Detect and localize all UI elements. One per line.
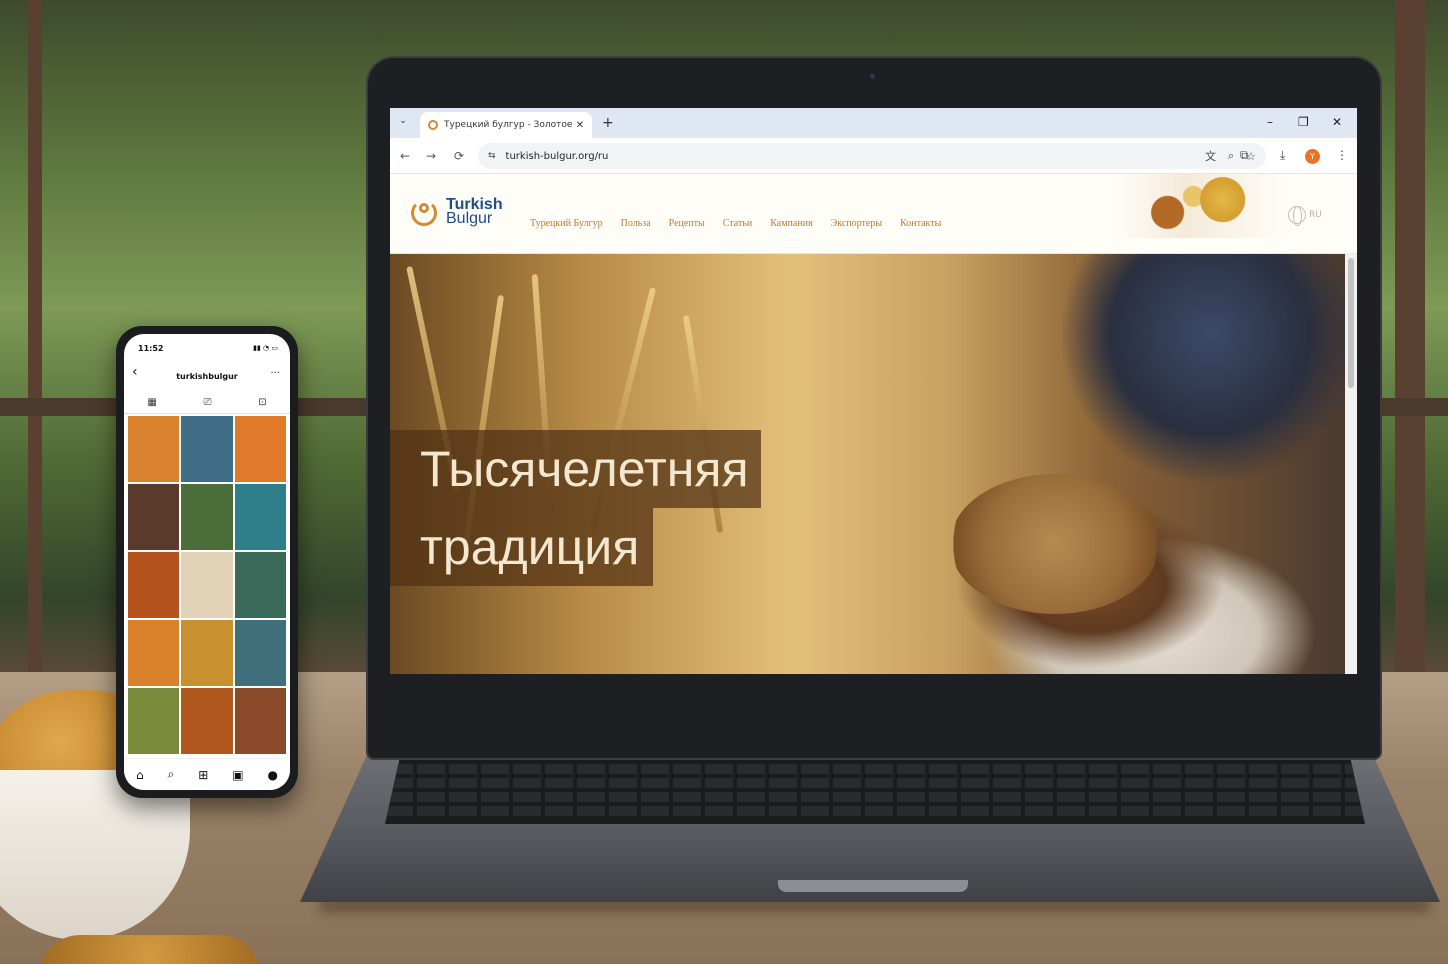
post-thumbnail[interactable]: [234, 620, 286, 686]
webcam: [870, 74, 875, 79]
post-thumbnail[interactable]: [128, 416, 180, 482]
page-scrollbar[interactable]: [1345, 254, 1357, 674]
post-thumbnail[interactable]: [181, 688, 233, 754]
key-row: [385, 806, 1365, 816]
browser-window: ⌄ Турецкий булгур - Золотое зе ✕ + – ❐ ✕…: [390, 108, 1357, 674]
restore-button[interactable]: ❐: [1298, 115, 1309, 129]
address-bar[interactable]: ⇆ turkish-bulgur.org/ru 文 ⌕ ☆: [478, 143, 1266, 169]
grid-tab-icon[interactable]: ▦: [147, 397, 156, 408]
post-thumbnail[interactable]: [181, 620, 233, 686]
language-switcher[interactable]: RU: [1288, 206, 1322, 226]
globe-icon: [1288, 206, 1306, 226]
grains-in-hands: [950, 474, 1160, 614]
post-thumbnail[interactable]: [128, 620, 180, 686]
tab-strip: ⌄ Турецкий булгур - Золотое зе ✕ + – ❐ ✕: [390, 108, 1357, 138]
create-icon[interactable]: ⊞: [198, 768, 208, 782]
menu-item-campaign[interactable]: Кампания: [770, 218, 812, 229]
reels-tab-icon[interactable]: ⎚: [204, 397, 212, 408]
key-row: [385, 792, 1365, 802]
menu-item-exporters[interactable]: Экспортеры: [831, 218, 882, 229]
keyboard: [385, 758, 1365, 824]
close-tab-icon[interactable]: ✕: [576, 120, 584, 131]
hero-banner: Тысячелетняя традиция: [390, 254, 1345, 674]
post-thumbnail[interactable]: [234, 416, 286, 482]
photo-scene: ⌄ Турецкий булгур - Золотое зе ✕ + – ❐ ✕…: [0, 0, 1448, 964]
post-grid: [128, 416, 286, 754]
tab-title: Турецкий булгур - Золотое зе: [444, 120, 572, 130]
profile-handle: turkishbulgur: [176, 372, 238, 381]
phone-screen: 11:52 ▮▮ ◔ ▭ ‹ turkishbulgur ··· ▦ ⎚ ⊡ ⌂…: [124, 334, 290, 790]
site-logo[interactable]: Turkish Bulgur: [408, 196, 503, 228]
download-icon[interactable]: ⤓: [1280, 148, 1285, 163]
scrollbar-thumb[interactable]: [1348, 258, 1354, 388]
post-thumbnail[interactable]: [128, 552, 180, 618]
favicon-icon: [428, 120, 438, 130]
hero-line-1: Тысячелетняя: [390, 430, 761, 508]
status-icons: ▮▮ ◔ ▭: [253, 344, 278, 352]
profile-icon[interactable]: ●: [267, 768, 277, 782]
post-thumbnail[interactable]: [181, 416, 233, 482]
logo-line2: Bulgur: [446, 210, 493, 227]
post-thumbnail[interactable]: [234, 688, 286, 754]
tab-search-button[interactable]: ⌄: [396, 116, 410, 130]
phone-time: 11:52: [138, 344, 164, 353]
key-row: [385, 764, 1365, 774]
new-tab-button[interactable]: +: [602, 115, 614, 131]
translate-icon[interactable]: 文: [1205, 148, 1216, 164]
close-window-button[interactable]: ✕: [1332, 115, 1342, 129]
forward-button[interactable]: →: [426, 149, 436, 163]
language-label: RU: [1309, 210, 1322, 220]
reels-icon[interactable]: ▣: [232, 768, 243, 782]
browser-menu-icon[interactable]: ⋮: [1336, 148, 1348, 162]
hero-line-2: традиция: [390, 508, 654, 586]
zoom-icon[interactable]: ⌕: [1228, 149, 1234, 163]
logo-text: Turkish Bulgur: [446, 197, 503, 227]
key-row: [385, 778, 1365, 788]
post-thumbnail[interactable]: [181, 552, 233, 618]
lid-notch: [778, 880, 968, 892]
post-thumbnail[interactable]: [234, 484, 286, 550]
more-icon[interactable]: ···: [270, 368, 280, 379]
menu-item-recipes[interactable]: Рецепты: [669, 218, 705, 229]
post-thumbnail[interactable]: [181, 484, 233, 550]
browser-toolbar: ← → ⟳ ⇆ turkish-bulgur.org/ru 文 ⌕ ☆ ⧉ ⤓ …: [390, 138, 1357, 174]
site-settings-icon[interactable]: ⇆: [488, 151, 496, 161]
post-thumbnail[interactable]: [128, 688, 180, 754]
url-text: turkish-bulgur.org/ru: [505, 150, 609, 162]
back-button[interactable]: ←: [400, 149, 410, 163]
post-thumbnail[interactable]: [128, 484, 180, 550]
search-icon[interactable]: ⌕: [168, 767, 175, 782]
minimize-button[interactable]: –: [1267, 115, 1273, 129]
hero-headline: Тысячелетняя традиция: [390, 430, 761, 586]
phone-bottom-nav: ⌂ ⌕ ⊞ ▣ ●: [124, 758, 290, 790]
home-icon[interactable]: ⌂: [136, 768, 144, 782]
menu-item-articles[interactable]: Статьи: [723, 218, 753, 229]
logo-mark-icon: [408, 196, 440, 228]
profile-tabs: ▦ ⎚ ⊡: [124, 392, 290, 414]
site-header: Turkish Bulgur Турецкий Булгур Польза Ре…: [390, 174, 1357, 254]
smartphone: 11:52 ▮▮ ◔ ▭ ‹ turkishbulgur ··· ▦ ⎚ ⊡ ⌂…: [116, 326, 298, 798]
main-menu: Турецкий Булгур Польза Рецепты Статьи Ка…: [530, 218, 941, 229]
menu-item-benefits[interactable]: Польза: [621, 218, 651, 229]
header-bulgur-photo: [1116, 174, 1288, 238]
spilled-bulgur: [40, 935, 260, 964]
menu-item-turkish-bulgur[interactable]: Турецкий Булгур: [530, 218, 603, 229]
reload-button[interactable]: ⟳: [454, 149, 464, 163]
tagged-tab-icon[interactable]: ⊡: [258, 397, 266, 408]
menu-item-contacts[interactable]: Контакты: [900, 218, 941, 229]
extensions-icon[interactable]: ⧉: [1240, 148, 1249, 163]
logo-dot: [419, 203, 429, 213]
profile-avatar[interactable]: Y: [1305, 149, 1320, 164]
post-thumbnail[interactable]: [234, 552, 286, 618]
tab-active[interactable]: Турецкий булгур - Золотое зе ✕: [420, 112, 592, 138]
